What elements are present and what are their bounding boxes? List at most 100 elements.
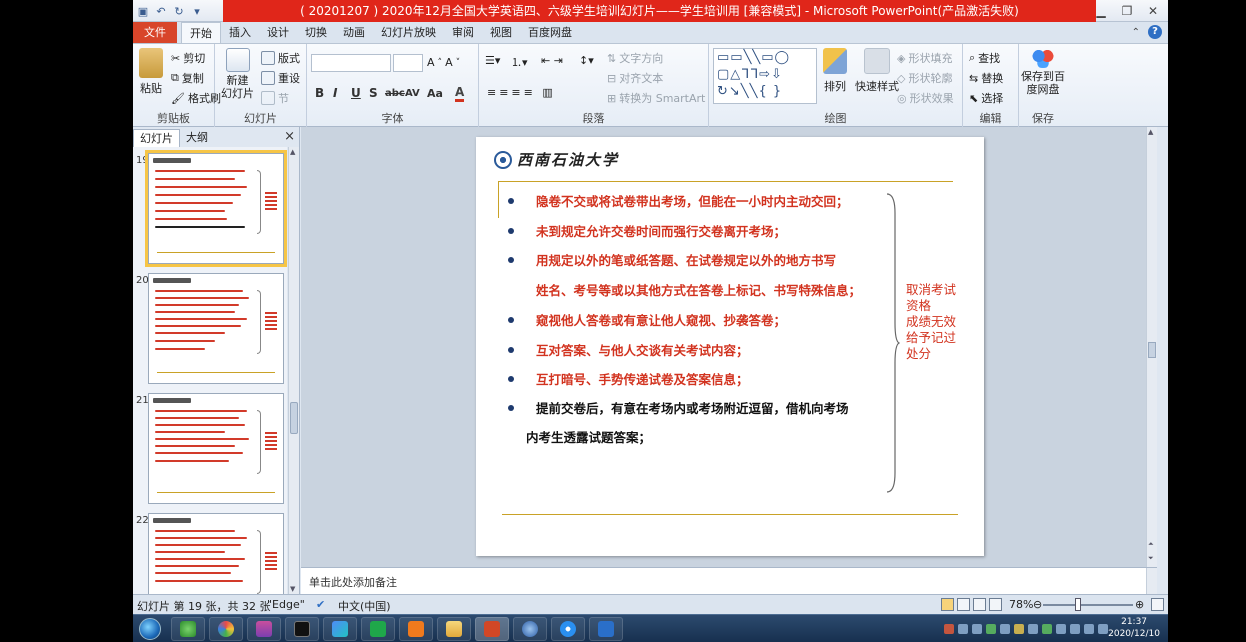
smartart-button[interactable]: ⊞ 转换为 SmartArt (607, 90, 705, 106)
spacing-button[interactable]: AV (405, 88, 420, 99)
help-icon[interactable]: ? (1148, 25, 1162, 39)
tool-icon[interactable] (589, 617, 623, 641)
scrollbar-thumb[interactable] (1148, 342, 1156, 358)
volume-icon[interactable] (1098, 624, 1108, 634)
close-pane-icon[interactable]: × (284, 129, 295, 144)
font-name-box[interactable] (311, 54, 391, 72)
network-icon[interactable] (1084, 624, 1094, 634)
scroll-down-icon[interactable]: ▼ (290, 585, 295, 593)
bullet-text[interactable]: 互打暗号、手势传递试卷及答案信息； (536, 372, 749, 388)
cut-button[interactable]: ✂ 剪切 (171, 50, 205, 66)
foxit-icon[interactable] (399, 617, 433, 641)
slide-thumbnail-21[interactable]: 21 (133, 391, 287, 509)
terminal-icon[interactable] (285, 617, 319, 641)
tray-icon[interactable] (1000, 624, 1010, 634)
bullet-text[interactable]: 窥视他人答卷或有意让他人窥视、抄袭答卷； (536, 313, 786, 329)
tab-view[interactable]: 视图 (482, 22, 520, 43)
image-viewer-icon[interactable] (247, 617, 281, 641)
bullet-text[interactable]: 用规定以外的笔或纸答题、在试卷规定以外的地方书写 (536, 253, 836, 269)
sorter-view-icon[interactable] (957, 598, 970, 611)
tray-icon[interactable] (972, 624, 982, 634)
slide-thumbnail-20[interactable]: 20 (133, 271, 287, 389)
normal-view-icon[interactable] (941, 598, 954, 611)
tab-slideshow[interactable]: 幻灯片放映 (373, 22, 444, 43)
scroll-up-icon[interactable]: ▲ (290, 148, 295, 156)
zoom-slider-thumb[interactable] (1075, 598, 1081, 611)
minimize-ribbon-icon[interactable]: ⌃ (1132, 27, 1140, 38)
tray-icon[interactable] (1070, 624, 1080, 634)
spellcheck-icon[interactable]: ✔ (316, 598, 325, 611)
slide-thumbnail-22[interactable]: 22 (133, 511, 287, 594)
new-slide-button[interactable]: 新建 幻灯片 (221, 48, 254, 100)
font-color-button[interactable]: A (455, 86, 465, 102)
line-spacing-button[interactable]: ↕▾ (579, 54, 594, 67)
tray-icon[interactable] (1042, 624, 1052, 634)
quick-styles-button[interactable]: 快速样式 (855, 48, 899, 94)
zoom-in-icon[interactable]: ⊕ (1135, 598, 1144, 611)
close-icon[interactable]: ✕ (1140, 0, 1166, 22)
bullet-text[interactable]: 未到规定允许交卷时间而强行交卷离开考场； (536, 224, 786, 240)
text-direction-button[interactable]: ⇅ 文字方向 (607, 50, 663, 66)
tab-transitions[interactable]: 切换 (297, 22, 335, 43)
language-indicator[interactable]: 中文(中国) (338, 598, 391, 614)
arrange-button[interactable]: 排列 (823, 48, 847, 94)
tray-icon[interactable] (1028, 624, 1038, 634)
tab-design[interactable]: 设计 (259, 22, 297, 43)
tray-icon[interactable] (1056, 624, 1066, 634)
section-button[interactable]: 节 (261, 90, 289, 106)
tray-icon[interactable] (986, 624, 996, 634)
tab-baidu[interactable]: 百度网盘 (520, 22, 580, 43)
find-button[interactable]: ⌕ 查找 (969, 50, 1000, 66)
theme-name[interactable]: "Edge" (267, 598, 305, 611)
undo-icon[interactable]: ↶ (153, 3, 169, 19)
notes-placeholder[interactable]: 单击此处添加备注 (309, 574, 397, 590)
redo-icon[interactable]: ↻ (171, 3, 187, 19)
save-to-baidu-button[interactable]: 保存到百 度网盘 (1021, 48, 1065, 96)
bold-button[interactable]: B (315, 86, 324, 100)
strikethrough-button[interactable]: abc (385, 88, 405, 99)
reset-button[interactable]: 重设 (261, 70, 300, 86)
shape-outline-button[interactable]: ◇ 形状轮廓 (897, 70, 952, 86)
tab-insert[interactable]: 插入 (221, 22, 259, 43)
thumbnail-scrollbar[interactable]: ▲ ▼ (288, 147, 299, 594)
taskbar-clock[interactable]: 21:37 2020/12/10 (1108, 616, 1160, 640)
font-size-box[interactable] (393, 54, 423, 72)
tray-sogou-icon[interactable] (944, 624, 954, 634)
bullet-text[interactable]: 姓名、考号等或以其他方式在答卷上标记、书写特殊信息； (536, 283, 861, 299)
indent-buttons[interactable]: ⇤ ⇥ (541, 54, 563, 67)
current-slide[interactable]: 西南石油大学 隐卷不交或将试卷带出考场，但能在一小时内主动交回； 未到规定允许交… (476, 137, 984, 556)
scroll-up-icon[interactable]: ▲ (1148, 128, 1153, 136)
customize-icon[interactable]: ▾ (189, 3, 205, 19)
format-painter-button[interactable]: 🖌 格式刷 (171, 90, 221, 106)
shadow-button[interactable]: S (369, 86, 378, 100)
case-button[interactable]: Aa (427, 87, 443, 100)
align-text-button[interactable]: ⊟ 对齐文本 (607, 70, 663, 86)
layout-button[interactable]: 版式 (261, 50, 300, 66)
zoom-level[interactable]: 78% (1009, 598, 1033, 611)
tab-slides[interactable]: 幻灯片 (133, 129, 180, 147)
folder-icon[interactable] (437, 617, 471, 641)
tray-icon[interactable] (958, 624, 968, 634)
slide-thumbnail-19[interactable]: 19 (133, 150, 287, 269)
save-icon[interactable]: ▣ (135, 3, 151, 19)
italic-button[interactable]: I (333, 86, 337, 100)
ie-icon[interactable] (171, 617, 205, 641)
paste-button[interactable]: 粘贴 (139, 48, 163, 96)
shape-fill-button[interactable]: ◈ 形状填充 (897, 50, 952, 66)
select-button[interactable]: ⬉ 选择 (969, 90, 1003, 106)
powerpoint-icon[interactable] (475, 617, 509, 641)
penalty-note[interactable]: 取消考试资格 成绩无效 给予记过处分 (906, 282, 968, 362)
underline-button[interactable]: U (351, 86, 361, 100)
bullet-text[interactable]: 内考生透露试题答案； (526, 430, 651, 446)
zoom-out-icon[interactable]: ⊖ (1033, 598, 1042, 611)
fit-to-window-icon[interactable] (1151, 598, 1164, 611)
start-button[interactable] (139, 618, 161, 640)
numbering-button[interactable]: ⒈▾ (511, 54, 528, 70)
bullets-button[interactable]: ☰▾ (485, 54, 500, 67)
tab-review[interactable]: 审阅 (444, 22, 482, 43)
bullet-text[interactable]: 互对答案、与他人交谈有关考试内容； (536, 343, 749, 359)
slide-scrollbar[interactable]: ▲ ⏶ ⏷ (1146, 127, 1157, 567)
zoom-slider[interactable] (1043, 604, 1133, 606)
tray-icon[interactable] (1014, 624, 1024, 634)
slideshow-view-icon[interactable] (989, 598, 1002, 611)
